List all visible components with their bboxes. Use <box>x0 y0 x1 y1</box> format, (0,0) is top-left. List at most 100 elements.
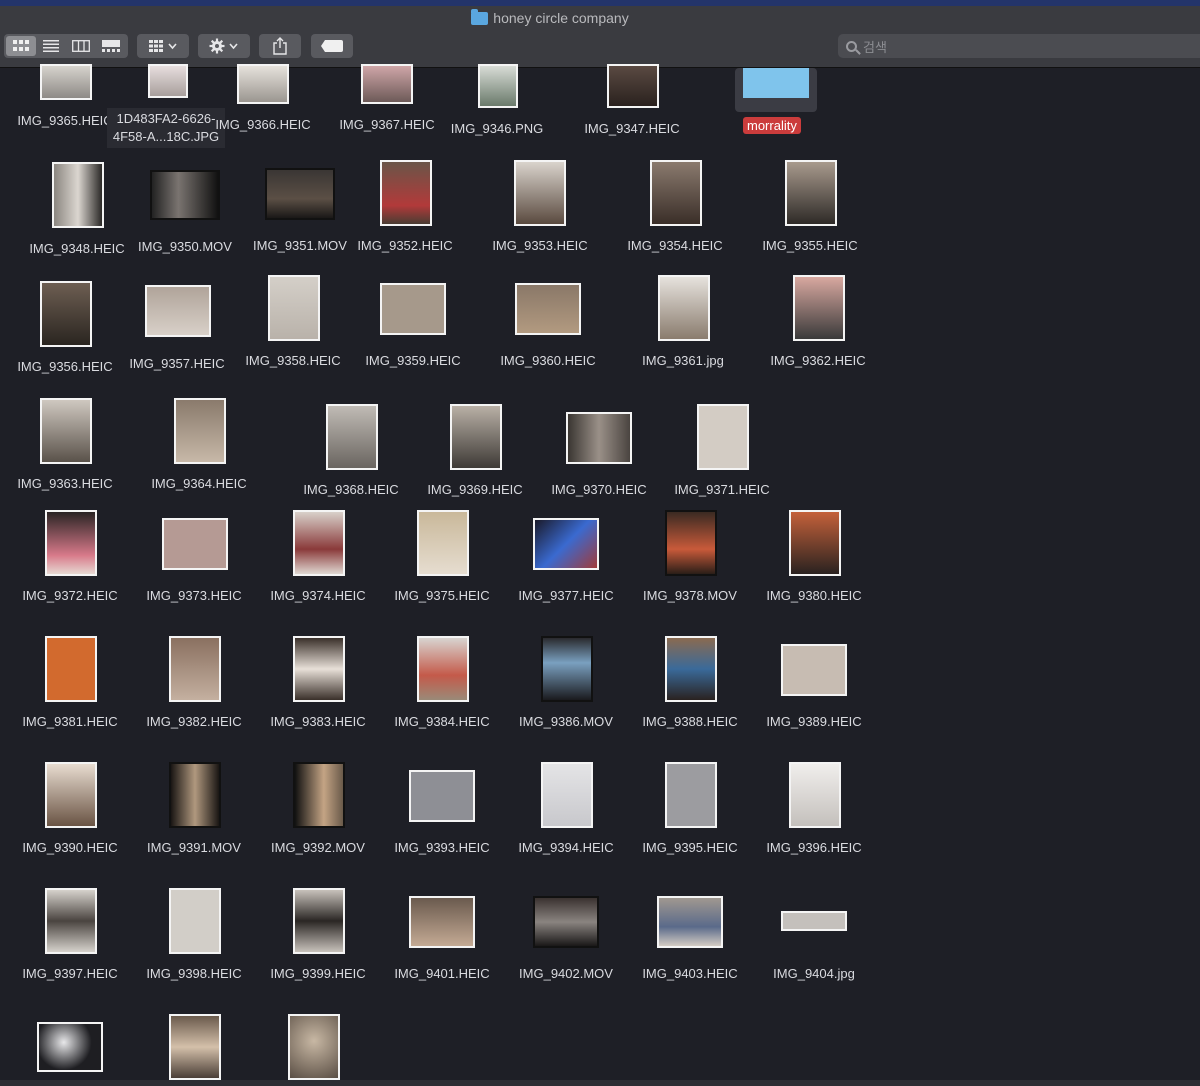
file-thumbnail[interactable] <box>326 404 378 470</box>
file-name[interactable]: IMG_9394.HEIC <box>506 840 626 855</box>
file-name[interactable]: IMG_9392.MOV <box>258 840 378 855</box>
file-name[interactable]: IMG_9374.HEIC <box>258 588 378 603</box>
file-thumbnail[interactable] <box>417 510 469 576</box>
file-name[interactable]: IMG_9373.HEIC <box>134 588 254 603</box>
file-name[interactable]: IMG_9359.HEIC <box>353 353 473 368</box>
tagged-item-thumbnail[interactable] <box>735 68 817 112</box>
file-name[interactable]: IMG_9347.HEIC <box>572 121 692 136</box>
file-thumbnail[interactable] <box>417 636 469 702</box>
file-thumbnail[interactable] <box>665 510 717 576</box>
file-thumbnail[interactable] <box>658 275 710 341</box>
file-name[interactable]: IMG_9346.PNG <box>437 121 557 136</box>
file-name[interactable]: IMG_9390.HEIC <box>10 840 130 855</box>
file-thumbnail[interactable] <box>409 770 475 822</box>
file-thumbnail[interactable] <box>52 162 104 228</box>
file-thumbnail[interactable] <box>665 762 717 828</box>
file-thumbnail[interactable] <box>541 762 593 828</box>
file-thumbnail[interactable] <box>533 896 599 948</box>
tag-badge[interactable]: morrality <box>743 117 801 134</box>
file-thumbnail[interactable] <box>665 636 717 702</box>
file-thumbnail[interactable] <box>45 510 97 576</box>
file-thumbnail[interactable] <box>45 888 97 954</box>
file-thumbnail[interactable] <box>162 518 228 570</box>
file-name[interactable]: IMG_9352.HEIC <box>345 238 465 253</box>
file-thumbnail[interactable] <box>45 762 97 828</box>
file-name[interactable]: IMG_9355.HEIC <box>750 238 870 253</box>
file-name[interactable]: IMG_9393.HEIC <box>382 840 502 855</box>
file-name[interactable]: IMG_9404.jpg <box>754 966 874 981</box>
file-thumbnail[interactable] <box>169 888 221 954</box>
file-name[interactable]: IMG_9397.HEIC <box>10 966 130 981</box>
file-name[interactable]: IMG_9384.HEIC <box>382 714 502 729</box>
file-thumbnail[interactable] <box>566 412 632 464</box>
file-name[interactable]: IMG_9395.HEIC <box>630 840 750 855</box>
file-name[interactable]: IMG_9360.HEIC <box>488 353 608 368</box>
file-name[interactable]: IMG_9375.HEIC <box>382 588 502 603</box>
file-name[interactable]: IMG_9356.HEIC <box>5 359 125 374</box>
file-name[interactable]: IMG_9377.HEIC <box>506 588 626 603</box>
file-thumbnail[interactable] <box>169 636 221 702</box>
file-name[interactable]: IMG_9388.HEIC <box>630 714 750 729</box>
view-mode-group[interactable] <box>4 34 128 58</box>
file-name[interactable]: IMG_9382.HEIC <box>134 714 254 729</box>
file-thumbnail[interactable] <box>607 64 659 108</box>
file-name[interactable]: IMG_9389.HEIC <box>754 714 874 729</box>
file-thumbnail[interactable] <box>697 404 749 470</box>
icon-view-button[interactable] <box>6 36 36 56</box>
file-thumbnail[interactable] <box>265 168 335 220</box>
file-name[interactable]: IMG_9369.HEIC <box>415 482 535 497</box>
file-thumbnail[interactable] <box>789 510 841 576</box>
file-name[interactable]: IMG_9358.HEIC <box>233 353 353 368</box>
file-name[interactable]: IMG_9371.HEIC <box>662 482 782 497</box>
file-thumbnail[interactable] <box>293 510 345 576</box>
file-name[interactable]: IMG_9396.HEIC <box>754 840 874 855</box>
file-thumbnail[interactable] <box>40 281 92 347</box>
file-thumbnail[interactable] <box>380 283 446 335</box>
file-name[interactable]: IMG_9354.HEIC <box>615 238 735 253</box>
file-thumbnail[interactable] <box>288 1014 340 1080</box>
file-thumbnail[interactable] <box>150 170 220 220</box>
file-name[interactable]: IMG_9381.HEIC <box>10 714 130 729</box>
file-name[interactable]: IMG_9357.HEIC <box>117 356 237 371</box>
file-name[interactable]: IMG_9391.MOV <box>134 840 254 855</box>
file-name[interactable]: IMG_9361.jpg <box>623 353 743 368</box>
file-name[interactable]: IMG_9364.HEIC <box>139 476 259 491</box>
gallery-view-button[interactable] <box>96 36 126 56</box>
file-name[interactable]: IMG_9401.HEIC <box>382 966 502 981</box>
column-view-button[interactable] <box>66 36 96 56</box>
file-name[interactable]: IMG_9362.HEIC <box>758 353 878 368</box>
file-name[interactable]: IMG_9403.HEIC <box>630 966 750 981</box>
file-name[interactable]: IMG_9353.HEIC <box>480 238 600 253</box>
list-view-button[interactable] <box>36 36 66 56</box>
file-thumbnail[interactable] <box>650 160 702 226</box>
file-thumbnail[interactable] <box>514 160 566 226</box>
file-name[interactable]: IMG_9402.MOV <box>506 966 626 981</box>
file-thumbnail[interactable] <box>148 64 188 98</box>
file-name[interactable]: IMG_9366.HEIC <box>203 117 323 132</box>
tag-button[interactable] <box>311 34 353 58</box>
file-thumbnail[interactable] <box>293 636 345 702</box>
file-thumbnail[interactable] <box>169 762 221 828</box>
file-name[interactable]: IMG_9367.HEIC <box>327 117 447 132</box>
file-thumbnail[interactable] <box>145 285 211 337</box>
action-menu-button[interactable] <box>198 34 250 58</box>
file-thumbnail[interactable] <box>541 636 593 702</box>
file-name[interactable]: IMG_9386.MOV <box>506 714 626 729</box>
file-thumbnail[interactable] <box>478 64 518 108</box>
file-name[interactable]: IMG_9370.HEIC <box>539 482 659 497</box>
file-thumbnail[interactable] <box>268 275 320 341</box>
file-thumbnail[interactable] <box>781 911 847 931</box>
file-name[interactable]: IMG_9378.MOV <box>630 588 750 603</box>
file-name[interactable]: IMG_9399.HEIC <box>258 966 378 981</box>
file-thumbnail[interactable] <box>657 896 723 948</box>
file-thumbnail[interactable] <box>37 1022 103 1072</box>
file-thumbnail[interactable] <box>450 404 502 470</box>
search-field[interactable]: 검색 <box>838 34 1200 58</box>
file-thumbnail[interactable] <box>45 636 97 702</box>
file-thumbnail[interactable] <box>515 283 581 335</box>
share-button[interactable] <box>259 34 301 58</box>
file-thumbnail[interactable] <box>781 644 847 696</box>
file-name[interactable]: IMG_9368.HEIC <box>291 482 411 497</box>
file-name[interactable]: IMG_9380.HEIC <box>754 588 874 603</box>
file-thumbnail[interactable] <box>169 1014 221 1080</box>
